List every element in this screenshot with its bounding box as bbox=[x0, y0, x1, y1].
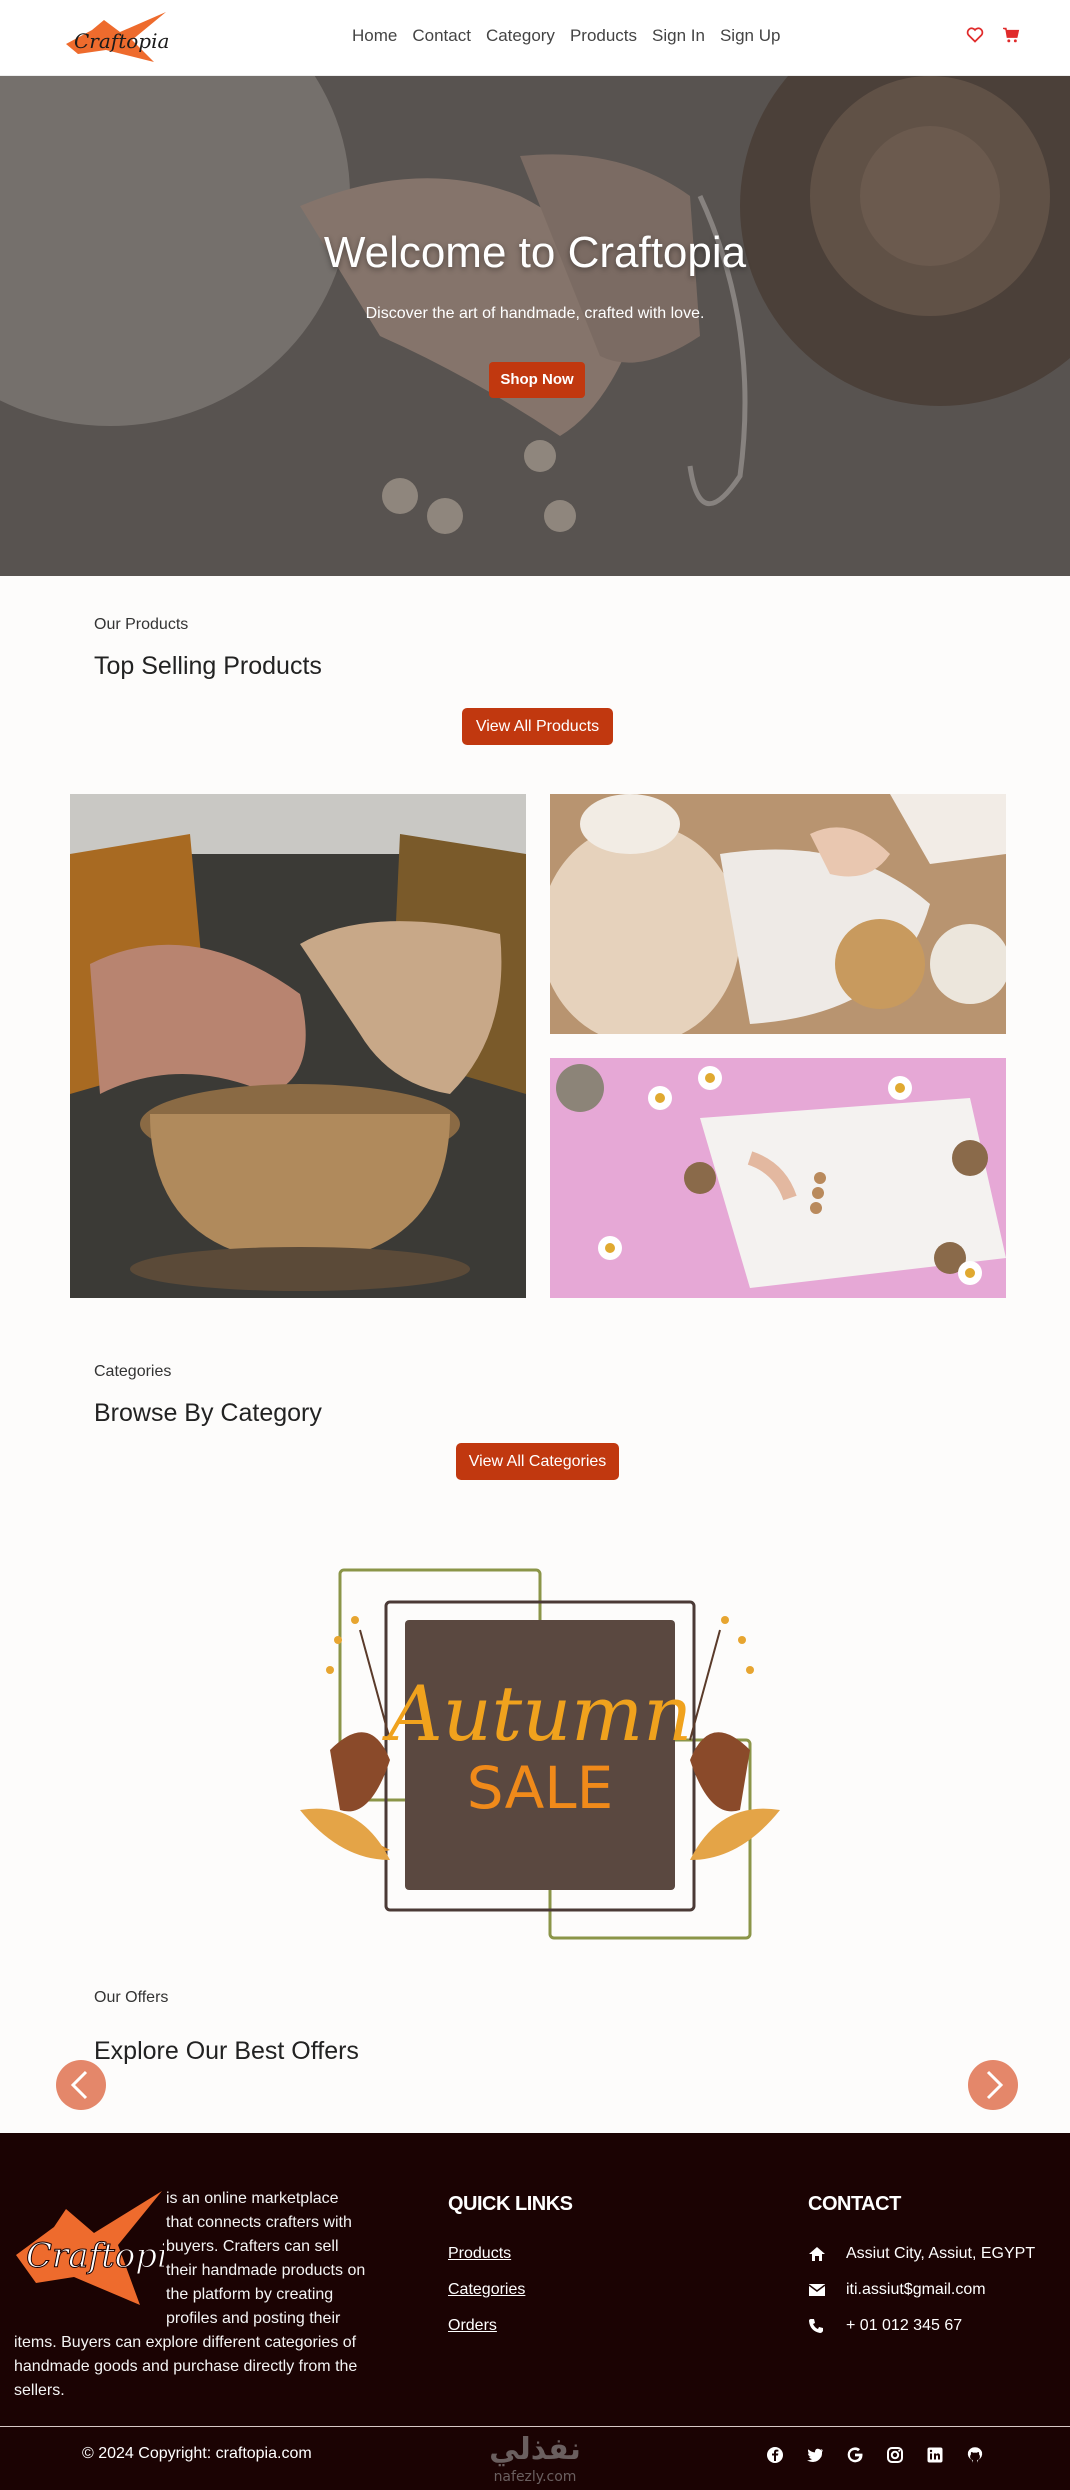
nav-link-sign-up[interactable]: Sign Up bbox=[720, 26, 780, 46]
contact-address: Assiut City, Assiut, EGYPT bbox=[808, 2245, 1035, 2263]
hero-title: Welcome to Craftopia bbox=[323, 228, 747, 277]
svg-text:nafezly.com: nafezly.com bbox=[494, 2469, 577, 2485]
offers-title: Explore Our Best Offers bbox=[94, 2037, 359, 2065]
google-icon[interactable] bbox=[846, 2446, 864, 2464]
crafts-product-image[interactable] bbox=[550, 1058, 1006, 1298]
nav-link-products[interactable]: Products bbox=[570, 26, 637, 46]
view-all-products-button[interactable]: View All Products bbox=[462, 708, 613, 745]
contact-email-text: iti.assiut$gmail.com bbox=[846, 2281, 986, 2298]
heart-icon[interactable] bbox=[966, 27, 984, 43]
carousel-next-button[interactable] bbox=[968, 2060, 1018, 2110]
copyright-text: © 2024 Copyright: craftopia.com bbox=[82, 2445, 312, 2462]
view-all-categories-button[interactable]: View All Categories bbox=[456, 1443, 619, 1480]
hero-subtitle: Discover the art of handmade, crafted wi… bbox=[365, 305, 705, 322]
footer-link-orders[interactable]: Orders bbox=[448, 2317, 497, 2335]
footer-link-categories[interactable]: Categories bbox=[448, 2281, 525, 2299]
products-eyebrow: Our Products bbox=[94, 616, 189, 633]
footer-about: Craftopia is an online marketplace that … bbox=[14, 2187, 368, 2403]
footer: Craftopia is an online marketplace that … bbox=[0, 2133, 1070, 2490]
github-icon[interactable] bbox=[966, 2446, 984, 2464]
social-links bbox=[766, 2446, 984, 2464]
navbar: Craftopia Home Contact Category Products… bbox=[0, 0, 1070, 76]
hero-background-image bbox=[0, 76, 1070, 576]
nav-icons bbox=[966, 27, 1020, 43]
contact-phone: + 01 012 345 67 bbox=[808, 2317, 962, 2335]
offers-eyebrow: Our Offers bbox=[94, 1989, 169, 2006]
nav-links: Home Contact Category Products Sign In S… bbox=[352, 26, 780, 46]
linkedin-icon[interactable] bbox=[926, 2446, 944, 2464]
categories-eyebrow: Categories bbox=[94, 1363, 172, 1380]
knitting-product-image[interactable] bbox=[550, 794, 1006, 1034]
categories-title: Browse By Category bbox=[94, 1399, 322, 1427]
contact-title: CONTACT bbox=[808, 2193, 901, 2215]
footer-link-products[interactable]: Products bbox=[448, 2245, 511, 2263]
instagram-icon[interactable] bbox=[886, 2446, 904, 2464]
contact-email: iti.assiut$gmail.com bbox=[808, 2281, 986, 2299]
facebook-icon[interactable] bbox=[766, 2446, 784, 2464]
contact-address-text: Assiut City, Assiut, EGYPT bbox=[846, 2245, 1036, 2262]
envelope-icon bbox=[808, 2283, 846, 2297]
shop-now-button[interactable]: Shop Now bbox=[489, 362, 585, 398]
products-title: Top Selling Products bbox=[94, 652, 322, 680]
brand-logo[interactable]: Craftopia bbox=[62, 10, 172, 66]
chevron-right-icon bbox=[986, 2070, 1004, 2100]
svg-text:نفذلي: نفذلي bbox=[489, 2432, 581, 2467]
svg-text:Craftopia: Craftopia bbox=[74, 29, 169, 53]
cart-icon[interactable] bbox=[1002, 27, 1020, 43]
footer-logo: Craftopia bbox=[14, 2187, 189, 2312]
phone-icon bbox=[808, 2318, 846, 2334]
home-icon bbox=[808, 2246, 846, 2262]
nav-link-sign-in[interactable]: Sign In bbox=[652, 26, 705, 46]
watermark-logo: نفذلي nafezly.com bbox=[470, 2425, 600, 2487]
svg-text:Craftopia: Craftopia bbox=[26, 2236, 164, 2276]
svg-text:Autumn: Autumn bbox=[382, 1669, 692, 1758]
svg-text:SALE: SALE bbox=[467, 1754, 614, 1822]
quick-links-title: QUICK LINKS bbox=[448, 2193, 573, 2215]
contact-phone-text: + 01 012 345 67 bbox=[846, 2317, 963, 2334]
hero-section: Welcome to Craftopia Discover the art of… bbox=[0, 76, 1070, 576]
chevron-left-icon bbox=[70, 2070, 88, 2100]
autumn-sale-banner[interactable]: Autumn SALE bbox=[300, 1560, 780, 1945]
pottery-product-image[interactable] bbox=[70, 794, 526, 1298]
nav-link-category[interactable]: Category bbox=[486, 26, 555, 46]
nav-link-home[interactable]: Home bbox=[352, 26, 397, 46]
carousel-prev-button[interactable] bbox=[56, 2060, 106, 2110]
nav-link-contact[interactable]: Contact bbox=[412, 26, 471, 46]
twitter-icon[interactable] bbox=[806, 2446, 824, 2464]
